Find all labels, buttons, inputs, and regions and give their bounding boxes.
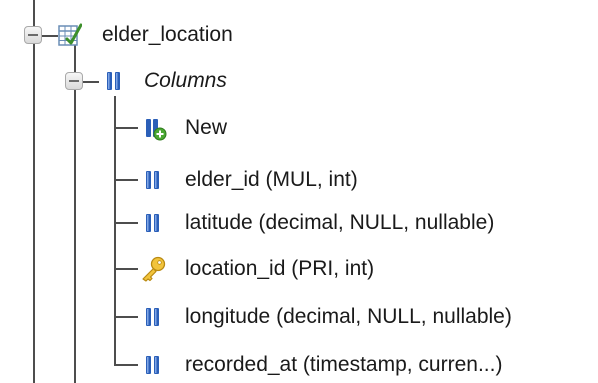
minus-icon: [28, 34, 38, 36]
tree-node-columns[interactable]: Columns: [0, 63, 598, 99]
column-label[interactable]: location_id (PRI, int): [185, 256, 374, 282]
tree-node-table[interactable]: elder_location: [0, 17, 598, 53]
column-icon: [143, 304, 167, 330]
new-column-icon: [143, 115, 167, 141]
tree-node-column[interactable]: latitude (decimal, NULL, nullable): [0, 205, 598, 241]
column-icon: [143, 352, 167, 378]
collapse-table-button[interactable]: [24, 26, 42, 44]
primary-key-icon: [140, 256, 166, 282]
collapse-columns-button[interactable]: [65, 72, 83, 90]
column-label[interactable]: longitude (decimal, NULL, nullable): [185, 304, 512, 330]
new-column-label[interactable]: New: [185, 115, 227, 141]
table-icon: [58, 22, 82, 48]
column-label[interactable]: elder_id (MUL, int): [185, 167, 358, 193]
column-icon: [143, 167, 167, 193]
tree-node-column[interactable]: longitude (decimal, NULL, nullable): [0, 299, 598, 335]
tree-node-new-column[interactable]: New: [0, 110, 598, 146]
minus-icon: [69, 80, 79, 82]
column-label[interactable]: latitude (decimal, NULL, nullable): [185, 210, 494, 236]
column-label[interactable]: recorded_at (timestamp, curren...): [185, 352, 502, 378]
columns-group-label[interactable]: Columns: [144, 68, 227, 94]
tree-node-column[interactable]: recorded_at (timestamp, curren...): [0, 347, 598, 383]
table-name-label[interactable]: elder_location: [102, 22, 233, 48]
tree-node-column[interactable]: location_id (PRI, int): [0, 251, 598, 287]
navigation-tree: elder_location Columns New elder_id (MUL…: [0, 0, 598, 383]
column-icon: [143, 210, 167, 236]
tree-node-column[interactable]: elder_id (MUL, int): [0, 162, 598, 198]
columns-icon: [104, 68, 128, 94]
